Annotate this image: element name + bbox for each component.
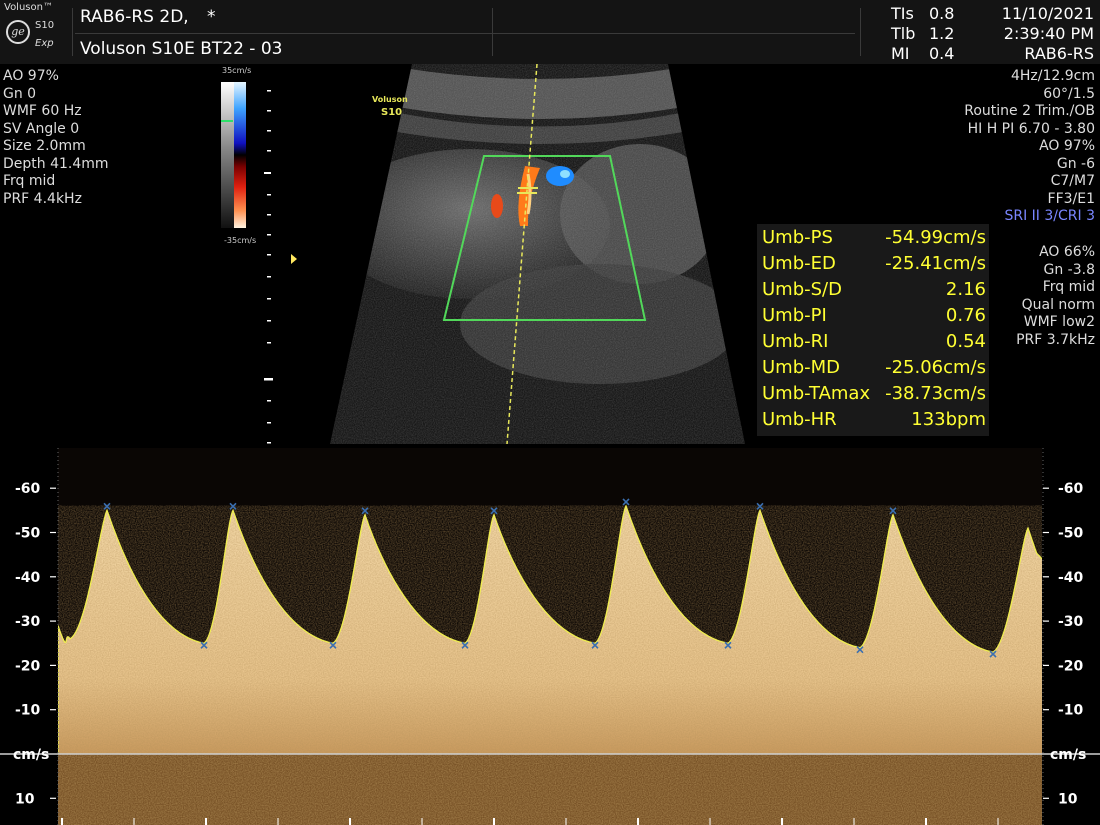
measurement-label: Umb-MD [762, 357, 841, 378]
exam-modified-marker: * [207, 7, 216, 27]
measurement-value: -25.06cm/s [885, 357, 986, 378]
header-divider [75, 33, 855, 34]
tick-label-right: 10 [1058, 791, 1078, 807]
ge-logo-icon: ge [6, 20, 30, 44]
tib-label: Tlb [891, 24, 916, 43]
measurement-row: Umb-TAmax -38.73cm/s [762, 383, 986, 409]
exam-title: RAB6-RS 2D, [80, 7, 189, 27]
probe-name: RAB6-RS [1024, 44, 1094, 63]
measurement-row: Umb-S/D 2.16 [762, 279, 986, 305]
tick-label-right: -60 [1058, 481, 1084, 497]
right-param-item: AO 66% [1039, 244, 1095, 260]
brand-model: S10 [35, 20, 55, 31]
measurement-label: Umb-HR [762, 409, 837, 430]
tick-label-right: -50 [1058, 526, 1084, 542]
measurement-value: 0.54 [945, 331, 986, 352]
measurement-row: Umb-MD -25.06cm/s [762, 357, 986, 383]
measurement-label: Umb-PI [762, 305, 827, 326]
device-name: Voluson S10E BT22 - 03 [80, 39, 283, 59]
measurement-label: Umb-RI [762, 331, 829, 352]
brand-mode: Exp [35, 38, 54, 49]
tick-label-right: -30 [1058, 614, 1084, 630]
right-param-item: PRF 3.7kHz [1016, 331, 1095, 348]
mi-label: MI [891, 44, 910, 63]
spectral-doppler-display: -60 -60 -50 -50 -40 -40 -30 -30 -20 -20 -10 -10 10 10… [0, 448, 1100, 825]
measurement-value: 133bpm [911, 409, 986, 430]
right-param-item: C7/M7 [1050, 173, 1095, 189]
measurement-label: Umb-PS [762, 227, 833, 248]
unit-label-right: cm/s [1050, 747, 1086, 763]
tick-label-left: -40 [15, 570, 41, 586]
right-param-item: Qual norm [1021, 296, 1095, 313]
tick-label-left: -60 [15, 481, 41, 497]
tick-label-left: -50 [15, 526, 41, 542]
tick-label-left: 10 [15, 791, 35, 807]
watermark-model: S10 [381, 107, 403, 118]
tick-label-left: -10 [15, 703, 41, 719]
measurement-row: Umb-HR 133bpm [762, 409, 986, 435]
tib-value: 1.2 [929, 24, 955, 43]
right-param-item: 60°/1.5 [1043, 85, 1095, 102]
mi-value: 0.4 [929, 44, 955, 63]
tick-label-left: -30 [15, 614, 41, 630]
tick-label-right: -40 [1058, 570, 1084, 586]
right-param-item: HI H PI 6.70 - 3.80 [967, 120, 1095, 137]
right-param-item: Gn -3.8 [1043, 261, 1096, 278]
measurement-row: Umb-RI 0.54 [762, 331, 986, 357]
measurement-value: -54.99cm/s [885, 227, 986, 248]
measurement-value: -25.41cm/s [885, 253, 986, 274]
tick-label-right: -20 [1058, 658, 1084, 674]
measurement-value: 0.76 [945, 305, 986, 326]
right-param-item: Frq mid [1042, 279, 1095, 295]
measurement-value: -38.73cm/s [885, 383, 986, 404]
right-param-item: WMF low2 [1023, 314, 1095, 330]
tis-value: 0.8 [929, 4, 955, 23]
right-param-item: Gn -6 [1056, 155, 1095, 172]
watermark-brand: Voluson [372, 95, 408, 104]
right-param-item: 4Hz/12.9cm [1010, 68, 1095, 84]
unit-label-left: cm/s [13, 747, 49, 763]
exam-time: 2:39:40 PM [1003, 24, 1094, 43]
right-param-item: AO 97% [1039, 138, 1095, 154]
measurement-panel: Umb-PS -54.99cm/s Umb-ED -25.41cm/s Umb-S/D 2… [757, 224, 989, 436]
measurement-row: Umb-ED -25.41cm/s [762, 253, 986, 279]
measurement-value: 2.16 [945, 279, 986, 300]
tick-label-right: -10 [1058, 703, 1084, 719]
header-divider [72, 8, 73, 56]
brand-name: Voluson™ [4, 2, 53, 13]
measurement-label: Umb-TAmax [762, 383, 871, 404]
measurement-label: Umb-ED [762, 253, 836, 274]
right-param-item: FF3/E1 [1047, 190, 1095, 207]
measurement-label: Umb-S/D [762, 279, 842, 300]
exam-date: 11/10/2021 [1001, 4, 1094, 23]
header-divider [492, 8, 493, 56]
tick-label-left: -20 [15, 658, 41, 674]
measurement-row: Umb-PI 0.76 [762, 305, 986, 331]
sri-setting: SRI II 3/CRI 3 [1004, 208, 1095, 224]
focus-marker-icon [291, 254, 297, 264]
right-param-item: Routine 2 Trim./OB [964, 103, 1095, 119]
header-divider [860, 8, 861, 56]
tis-label: TIs [891, 4, 914, 23]
header-bar: Voluson™ ge S10 Exp RAB6-RS 2D, * Voluso… [0, 0, 1100, 64]
measurement-row: Umb-PS -54.99cm/s [762, 227, 986, 253]
